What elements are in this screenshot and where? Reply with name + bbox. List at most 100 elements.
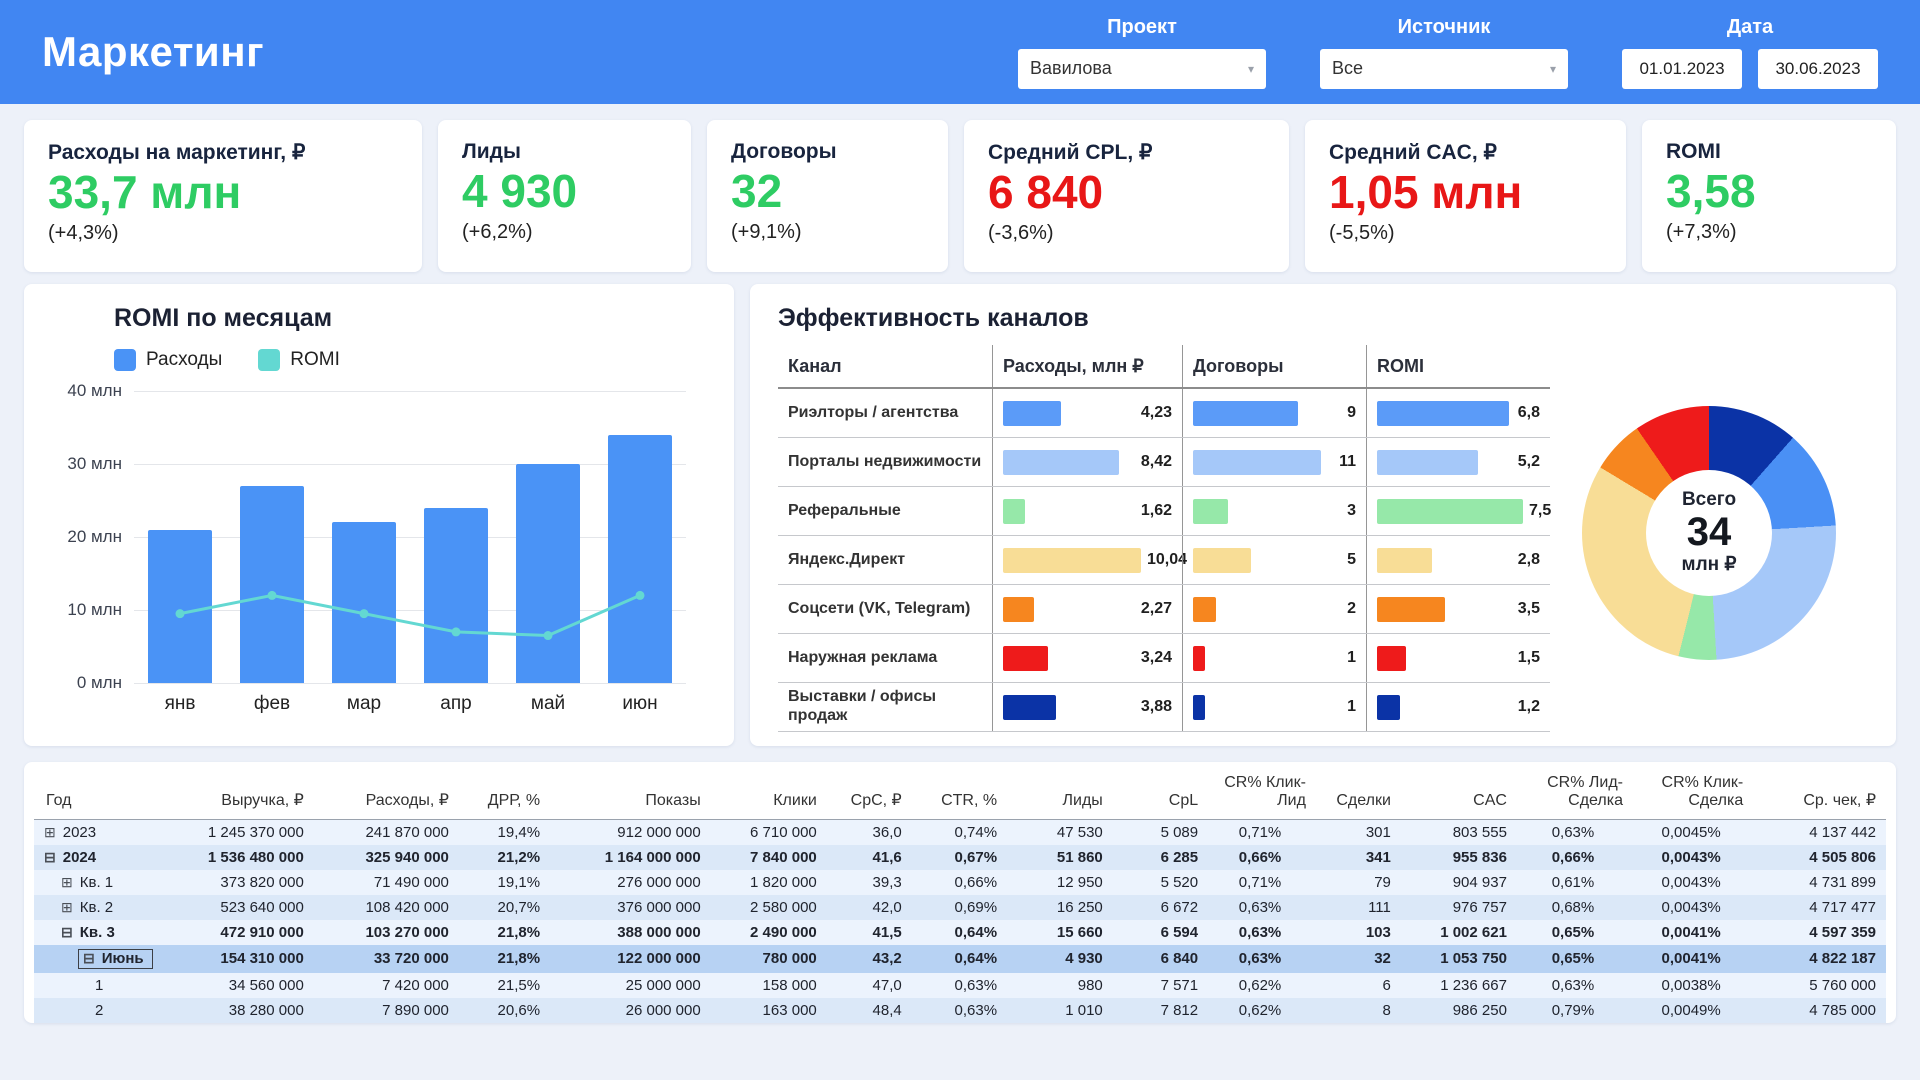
table-cell: 158 000 — [711, 973, 827, 998]
table-cell: 388 000 000 — [550, 920, 711, 945]
kpi-title: Лиды — [462, 140, 667, 164]
date-from-input[interactable]: 01.01.2023 — [1622, 49, 1742, 89]
legend-item-expenses[interactable]: Расходы — [114, 349, 222, 371]
channel-romi-cell: 3,5 — [1366, 585, 1550, 633]
details-column-header: CTR, % — [912, 766, 1007, 819]
details-table-card: ГодВыручка, ₽Расходы, ₽ДРР, %ПоказыКлики… — [24, 762, 1896, 1023]
table-cell: 38 280 000 — [158, 998, 313, 1023]
y-axis-label: 30 млн — [52, 454, 122, 474]
channel-spend-cell: 8,42 — [992, 438, 1182, 486]
channel-spend-cell: 4,23 — [992, 389, 1182, 437]
project-filter: Проект Вавилова ▾ — [1018, 16, 1266, 89]
channel-deals-bar — [1193, 548, 1251, 573]
channel-romi-bar — [1377, 401, 1509, 426]
table-cell: 6 672 — [1113, 895, 1208, 920]
channel-romi-bar — [1377, 646, 1406, 671]
main-row: ROMI по месяцам Расходы ROMI 0 млн10 млн… — [0, 284, 1920, 746]
table-row[interactable]: ⊟Кв. 3472 910 000103 270 00021,8%388 000… — [34, 920, 1886, 945]
channel-deals-cell: 11 — [1182, 438, 1366, 486]
table-row[interactable]: 238 280 0007 890 00020,6%26 000 000163 0… — [34, 998, 1886, 1023]
table-cell: 523 640 000 — [158, 895, 313, 920]
channel-deals-bar — [1193, 597, 1216, 622]
channel-romi-value: 3,5 — [1512, 600, 1540, 618]
channel-name: Реферальные — [778, 487, 992, 535]
channel-name: Выставки / офисы продаж — [778, 683, 992, 731]
donut-center: Всего 34 млн ₽ — [1646, 470, 1772, 596]
x-axis-label: мар — [318, 693, 410, 715]
expand-toggle-icon[interactable]: ⊞ — [61, 874, 73, 891]
details-header-row: ГодВыручка, ₽Расходы, ₽ДРР, %ПоказыКлики… — [34, 766, 1886, 819]
row-label-cell: 2 — [34, 998, 158, 1023]
channel-spend-value: 10,04 — [1141, 551, 1187, 569]
x-axis-label: янв — [134, 693, 226, 715]
chart-legend: Расходы ROMI — [114, 349, 710, 371]
channels-column-header: Расходы, млн ₽ — [992, 345, 1182, 387]
channel-deals-value: 11 — [1333, 453, 1356, 471]
details-column-header: СрС, ₽ — [827, 766, 912, 819]
channel-spend-cell: 3,88 — [992, 683, 1182, 731]
source-select[interactable]: Все ▾ — [1320, 49, 1568, 89]
table-cell: 6 840 — [1113, 945, 1208, 973]
channel-romi-bar — [1377, 597, 1445, 622]
table-cell: 0,63% — [1208, 920, 1316, 945]
table-row[interactable]: ⊞Кв. 1373 820 00071 490 00019,1%276 000 … — [34, 870, 1886, 895]
kpi-value: 32 — [731, 166, 924, 218]
table-row[interactable]: 134 560 0007 420 00021,5%25 000 000158 0… — [34, 973, 1886, 998]
channel-spend-bar — [1003, 548, 1141, 573]
table-cell: 0,0043% — [1633, 845, 1753, 870]
channel-romi-value: 5,2 — [1512, 453, 1540, 471]
table-cell: 0,0041% — [1633, 945, 1753, 973]
table-cell: 32 — [1316, 945, 1401, 973]
channel-romi-bar — [1377, 450, 1478, 475]
kpi-delta: (+6,2%) — [462, 221, 667, 244]
table-cell: 48,4 — [827, 998, 912, 1023]
kpi-delta: (+7,3%) — [1666, 221, 1872, 244]
table-cell: 0,65% — [1517, 945, 1633, 973]
date-to-input[interactable]: 30.06.2023 — [1758, 49, 1878, 89]
legend-item-romi[interactable]: ROMI — [258, 349, 340, 371]
table-cell: 33 720 000 — [314, 945, 459, 973]
project-select[interactable]: Вавилова ▾ — [1018, 49, 1266, 89]
legend-swatch-expenses — [114, 349, 136, 371]
table-row[interactable]: ⊟20241 536 480 000325 940 00021,2%1 164 … — [34, 845, 1886, 870]
table-cell: 12 950 — [1007, 870, 1113, 895]
collapse-toggle-icon[interactable]: ⊟ — [44, 849, 56, 866]
row-label-text: 2024 — [63, 849, 96, 866]
channel-spend-value: 8,42 — [1135, 453, 1172, 471]
channel-deals-bar — [1193, 450, 1321, 475]
table-cell: 241 870 000 — [314, 819, 459, 845]
table-row[interactable]: ⊟Июнь154 310 00033 720 00021,8%122 000 0… — [34, 945, 1886, 973]
details-column-header: Расходы, ₽ — [314, 766, 459, 819]
table-cell: 5 520 — [1113, 870, 1208, 895]
expand-toggle-icon[interactable]: ⊞ — [44, 824, 56, 841]
table-cell: 803 555 — [1401, 819, 1517, 845]
expand-toggle-icon[interactable]: ⊞ — [61, 899, 73, 916]
channel-spend-value: 3,88 — [1135, 698, 1172, 716]
kpi-card-marketing-spend: Расходы на маркетинг, ₽33,7 млн(+4,3%) — [24, 120, 422, 272]
table-cell: 0,69% — [912, 895, 1007, 920]
table-row[interactable]: ⊞Кв. 2523 640 000108 420 00020,7%376 000… — [34, 895, 1886, 920]
table-row[interactable]: ⊞20231 245 370 000241 870 00019,4%912 00… — [34, 819, 1886, 845]
collapse-toggle-icon[interactable]: ⊟ — [83, 950, 95, 967]
table-cell: 111 — [1316, 895, 1401, 920]
table-cell: 4 717 477 — [1753, 895, 1886, 920]
channel-deals-cell: 2 — [1182, 585, 1366, 633]
table-cell: 301 — [1316, 819, 1401, 845]
row-label: ⊟Июнь — [78, 949, 153, 969]
channel-name: Соцсети (VK, Telegram) — [778, 585, 992, 633]
kpi-delta: (+9,1%) — [731, 221, 924, 244]
row-label: ⊟Кв. 3 — [61, 924, 115, 941]
table-cell: 26 000 000 — [550, 998, 711, 1023]
collapse-toggle-icon[interactable]: ⊟ — [61, 924, 73, 941]
table-cell: 122 000 000 — [550, 945, 711, 973]
details-column-header: Лиды — [1007, 766, 1113, 819]
table-cell: 0,0049% — [1633, 998, 1753, 1023]
table-cell: 19,1% — [459, 870, 550, 895]
table-cell: 1 053 750 — [1401, 945, 1517, 973]
table-cell: 51 860 — [1007, 845, 1113, 870]
channel-deals-value: 2 — [1341, 600, 1356, 618]
legend-label-romi: ROMI — [290, 349, 340, 371]
channel-deals-bar — [1193, 695, 1205, 720]
channel-deals-value: 1 — [1341, 698, 1356, 716]
table-cell: 980 — [1007, 973, 1113, 998]
